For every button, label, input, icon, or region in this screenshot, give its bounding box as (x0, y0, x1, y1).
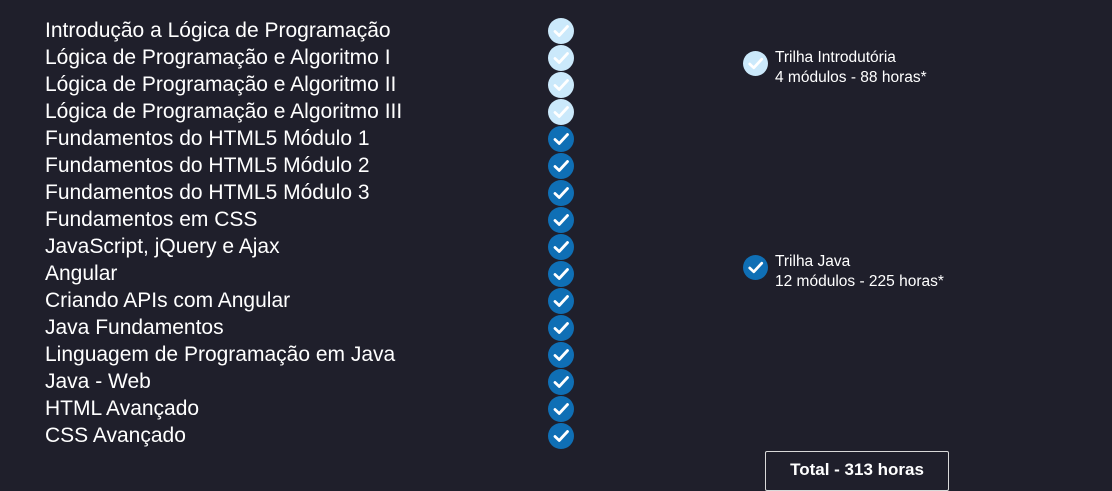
course-row: Fundamentos em CSS (45, 206, 585, 233)
course-row: Criando APIs com Angular (45, 287, 585, 314)
check-circle-icon (548, 369, 574, 395)
check-circle-icon (743, 255, 768, 280)
check-circle-icon (548, 18, 574, 44)
course-title: Criando APIs com Angular (45, 289, 291, 312)
check-circle-icon (548, 261, 574, 287)
check-circle-icon (548, 126, 574, 152)
course-title: Java Fundamentos (45, 316, 224, 339)
check-circle-icon (548, 180, 574, 206)
course-title: Introdução a Lógica de Programação (45, 19, 391, 42)
course-row: JavaScript, jQuery e Ajax (45, 233, 585, 260)
course-row: Lógica de Programação e Algoritmo III (45, 98, 585, 125)
total-box: Total - 313 horas (765, 451, 949, 491)
check-circle-icon (548, 315, 574, 341)
course-row: Introdução a Lógica de Programação (45, 17, 585, 44)
course-title: CSS Avançado (45, 424, 186, 447)
course-row: Java - Web (45, 368, 585, 395)
track-details: 4 módulos - 88 horas* (775, 69, 927, 86)
course-list: Introdução a Lógica de Programação Lógic… (45, 17, 585, 449)
track-details: 12 módulos - 225 horas* (775, 273, 944, 290)
course-title: Linguagem de Programação em Java (45, 343, 396, 366)
check-circle-icon (743, 51, 768, 76)
check-circle-icon (548, 396, 574, 422)
course-row: Lógica de Programação e Algoritmo II (45, 71, 585, 98)
check-circle-icon (548, 153, 574, 179)
course-row: Java Fundamentos (45, 314, 585, 341)
course-title: Java - Web (45, 370, 151, 393)
track-name: Trilha Java (775, 253, 851, 270)
check-circle-icon (548, 72, 574, 98)
track-text: Trilha Introdutória 4 módulos - 88 horas… (775, 48, 927, 88)
course-row: Fundamentos do HTML5 Módulo 2 (45, 152, 585, 179)
course-row: Fundamentos do HTML5 Módulo 1 (45, 125, 585, 152)
check-circle-icon (548, 234, 574, 260)
course-row: HTML Avançado (45, 395, 585, 422)
check-circle-icon (548, 45, 574, 71)
course-title: Fundamentos em CSS (45, 208, 258, 231)
total-label: Total - 313 horas (790, 460, 924, 479)
course-title: Fundamentos do HTML5 Módulo 2 (45, 154, 370, 177)
course-row: Lógica de Programação e Algoritmo I (45, 44, 585, 71)
course-row: Fundamentos do HTML5 Módulo 3 (45, 179, 585, 206)
course-title: Fundamentos do HTML5 Módulo 3 (45, 181, 370, 204)
course-title: Lógica de Programação e Algoritmo III (45, 100, 403, 123)
course-row: Linguagem de Programação em Java (45, 341, 585, 368)
course-title: Angular (45, 262, 118, 285)
course-row: CSS Avançado (45, 422, 585, 449)
course-row: Angular (45, 260, 585, 287)
course-title: Lógica de Programação e Algoritmo I (45, 46, 391, 69)
check-circle-icon (548, 288, 574, 314)
course-title: Lógica de Programação e Algoritmo II (45, 73, 397, 96)
track-text: Trilha Java 12 módulos - 225 horas* (775, 252, 944, 292)
course-title: JavaScript, jQuery e Ajax (45, 235, 280, 258)
check-circle-icon (548, 342, 574, 368)
check-circle-icon (548, 99, 574, 125)
check-circle-icon (548, 423, 574, 449)
course-title: Fundamentos do HTML5 Módulo 1 (45, 127, 370, 150)
course-title: HTML Avançado (45, 397, 200, 420)
track-name: Trilha Introdutória (775, 49, 896, 66)
check-circle-icon (548, 207, 574, 233)
